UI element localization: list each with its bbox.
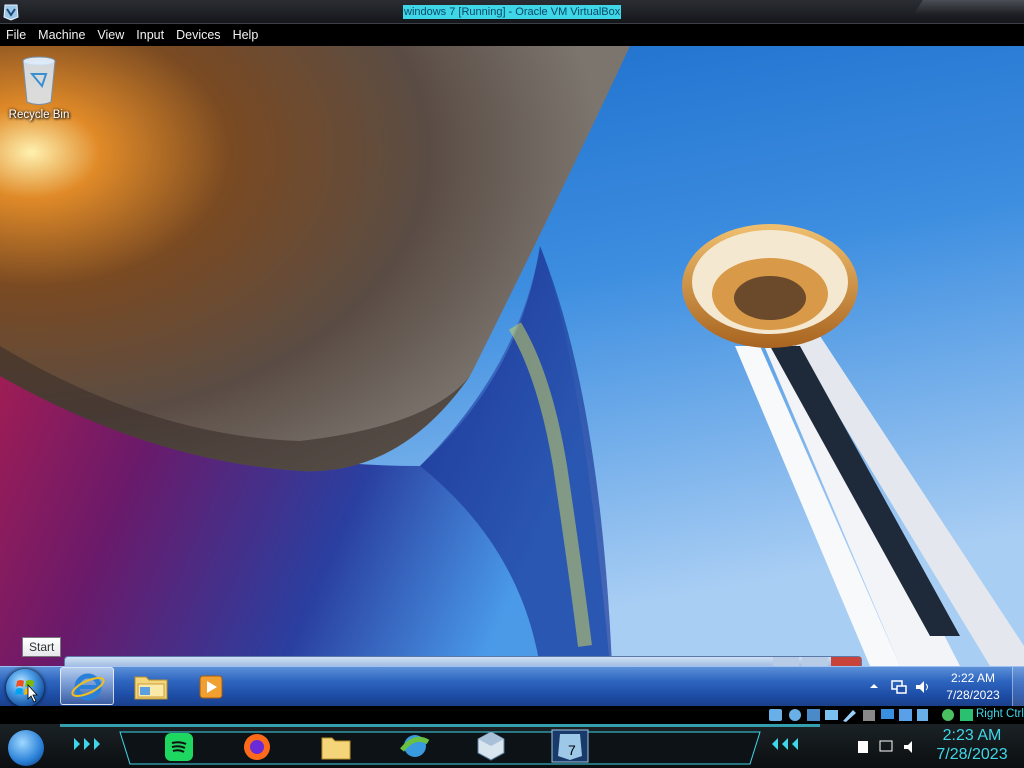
menu-view[interactable]: View [97, 28, 124, 42]
virtualbox-logo-icon [3, 4, 19, 21]
menu-input[interactable]: Input [136, 28, 164, 42]
shared-folders-icon [863, 710, 875, 721]
host-clock-date: 7/28/2023 [936, 746, 1008, 763]
host-start-button[interactable] [8, 730, 44, 766]
action-center-icon [858, 741, 868, 753]
windows-7-vm-icon[interactable]: 7 [550, 728, 590, 764]
window-close-button[interactable] [831, 657, 861, 666]
taskbar-windows-explorer[interactable] [124, 667, 178, 705]
guest-desktop[interactable]: Recycle Bin [0, 46, 1024, 666]
host-clock[interactable]: 2:23 AM 7/28/2023 [930, 726, 1014, 764]
usb-icon [843, 710, 856, 722]
cpu-icon [917, 709, 928, 721]
show-hidden-icons-icon[interactable] [868, 680, 880, 692]
desktop-icon-recycle-bin[interactable]: Recycle Bin [4, 52, 74, 124]
menu-help[interactable]: Help [233, 28, 259, 42]
host-tray-icons[interactable] [856, 738, 922, 756]
volume-icon[interactable] [914, 678, 932, 696]
audio-icon [807, 709, 820, 721]
window-titlebar[interactable]: windows 7 [Running] - Oracle VM VirtualB… [0, 0, 1024, 24]
network-icon [879, 740, 893, 752]
window-title: windows 7 [Running] - Oracle VM VirtualB… [403, 5, 622, 19]
window-controls[interactable] [914, 0, 1024, 14]
window-maximize-button[interactable] [802, 657, 828, 666]
show-desktop-button[interactable] [1012, 667, 1024, 707]
optical-drive-icon [789, 709, 801, 721]
taskbar-media-player[interactable] [184, 667, 238, 705]
guest-clock-time: 2:22 AM [950, 671, 996, 685]
display-icon [881, 709, 894, 719]
taskbar-internet-explorer[interactable] [60, 667, 114, 705]
recycle-bin-icon [22, 56, 56, 105]
guest-clock-date: 7/28/2023 [946, 688, 1000, 702]
hard-disk-icon [769, 709, 782, 721]
media-player-icon [199, 675, 223, 699]
vbox-statusbar: Right Ctrl [0, 706, 1024, 724]
virtualbox-icon[interactable] [476, 730, 506, 762]
internet-explorer-icon [71, 673, 105, 701]
guest-taskbar: 2:22 AM 7/28/2023 [0, 666, 1024, 707]
svg-text:7: 7 [568, 742, 576, 758]
vbox-menubar: File Machine View Input Devices Help [0, 24, 1024, 46]
spotify-icon[interactable] [164, 732, 194, 762]
menu-file[interactable]: File [6, 28, 26, 42]
start-button[interactable] [6, 669, 44, 707]
minimized-window-edge[interactable] [64, 656, 862, 666]
desktop-wallpaper [0, 46, 1024, 666]
volume-icon [904, 741, 912, 753]
status-indicators[interactable] [768, 707, 974, 723]
keyboard-icon [960, 709, 973, 721]
mouse-integration-icon [942, 709, 954, 721]
recording-icon [899, 709, 912, 721]
menu-machine[interactable]: Machine [38, 28, 85, 42]
windows-logo-icon [15, 680, 38, 703]
screen: windows 7 [Running] - Oracle VM VirtualB… [0, 0, 1024, 768]
network-icon[interactable] [890, 678, 908, 696]
folder-icon[interactable] [320, 732, 352, 762]
folder-icon [134, 676, 168, 700]
download-manager-icon[interactable] [398, 730, 432, 762]
host-taskbar: 7 2:23 AM 7/28/2023 [0, 724, 1024, 768]
recycle-bin-label: Recycle Bin [8, 109, 70, 121]
start-tooltip: Start [22, 637, 62, 657]
host-key-label[interactable]: Right Ctrl [976, 708, 1024, 720]
host-clock-time: 2:23 AM [942, 727, 1002, 744]
guest-clock[interactable]: 2:22 AM 7/28/2023 [940, 670, 1006, 704]
menu-devices[interactable]: Devices [176, 28, 220, 42]
window-minimize-button[interactable] [773, 657, 799, 666]
network-icon [825, 710, 838, 720]
firefox-icon[interactable] [242, 732, 272, 762]
